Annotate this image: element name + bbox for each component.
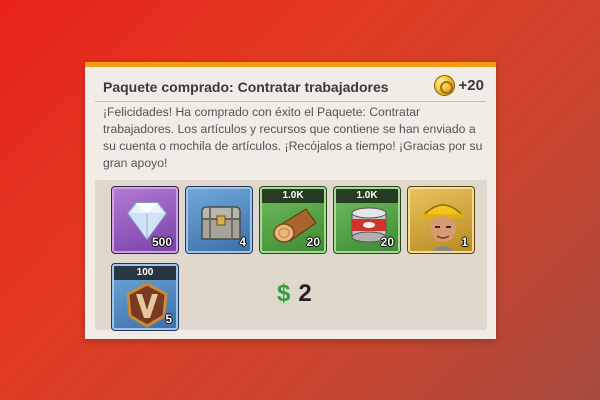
item-quantity: 20 <box>380 235 394 249</box>
item-quantity: 4 <box>239 235 246 249</box>
price-display: $ 2 <box>277 280 312 308</box>
item-slot-worker[interactable]: 1 <box>407 186 475 254</box>
item-quantity: 20 <box>306 235 320 249</box>
reward-indicator: +20 <box>433 75 484 96</box>
price-value: 2 <box>298 280 312 307</box>
purchase-dialog: Paquete comprado: Contratar trabajadores… <box>85 62 496 339</box>
dialog-header: Paquete comprado: Contratar trabajadores… <box>95 72 486 102</box>
item-quantity: 5 <box>165 312 172 326</box>
item-slot-badge[interactable]: 100 5 <box>111 263 179 331</box>
price-currency: $ <box>277 280 291 307</box>
dialog-title: Paquete comprado: Contratar trabajadores <box>103 79 389 95</box>
item-slot-food[interactable]: 1.0K 20 <box>333 186 401 254</box>
item-slot-wood[interactable]: 1.0K 20 <box>259 186 327 254</box>
dialog-message: ¡Felicidades! Ha comprado con éxito el P… <box>103 105 483 170</box>
item-slot-diamond[interactable]: 500 <box>111 186 179 254</box>
items-panel: 500 4 1.0K 20 1.0K 20 1 100 5 $ 2 <box>95 180 487 331</box>
item-quantity: 1 <box>461 235 468 249</box>
gold-coin-icon <box>433 75 455 96</box>
item-quantity: 500 <box>151 235 172 249</box>
reward-amount: +20 <box>458 77 484 94</box>
item-slot-chest[interactable]: 4 <box>185 186 253 254</box>
